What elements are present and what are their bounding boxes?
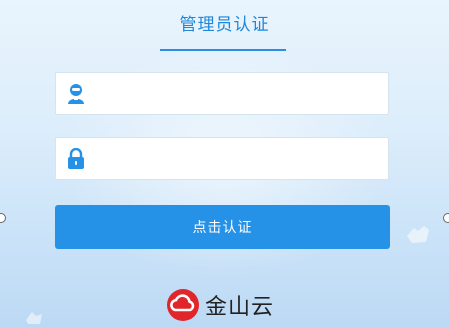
username-field[interactable] [55,72,389,116]
title-underline [160,49,286,51]
resize-handle-right[interactable] [443,213,449,223]
brand-name: 金山云 [205,295,275,320]
password-input[interactable] [96,138,385,181]
user-icon [66,83,86,105]
cloud-logo-icon [166,288,200,322]
decorative-shape-icon [26,312,42,324]
brand-logo: 金山云 [166,288,274,322]
authenticate-button[interactable]: 点击认证 [55,205,390,249]
resize-handle-left[interactable] [0,213,6,223]
password-field[interactable] [55,137,389,181]
page-title: 管理员认证 [179,15,270,35]
lock-icon [66,147,86,170]
username-input[interactable] [96,73,385,116]
decorative-hand-icon [407,226,429,243]
